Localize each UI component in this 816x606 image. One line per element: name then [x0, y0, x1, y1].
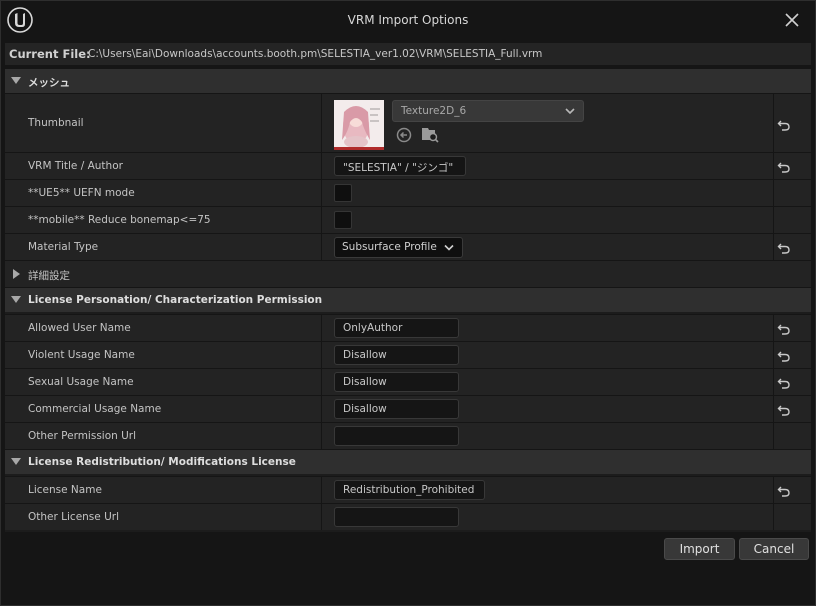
allowed-user-field[interactable]: OnlyAuthor	[334, 318, 459, 338]
row-violent-usage: Violent Usage Name Disallow	[5, 341, 811, 368]
details-panel: メッシュ Thumbnail Texture2D_6 VRM Title / A…	[5, 68, 811, 532]
row-other-license-url: Other License Url	[5, 503, 811, 530]
row-other-permission-url: Other Permission Url	[5, 422, 811, 449]
other-license-url-label: Other License Url	[28, 511, 119, 523]
row-license-name: License Name Redistribution_Prohibited	[5, 476, 811, 503]
row-vrm-title: VRM Title / Author "SELESTIA" / "ジンゴ"	[5, 152, 811, 179]
reset-to-default-icon[interactable]	[777, 484, 791, 498]
category-license-redistribution[interactable]: License Redistribution/ Modifications Li…	[5, 449, 811, 474]
import-button[interactable]: Import	[664, 538, 735, 560]
expand-arrow-icon[interactable]	[11, 458, 21, 465]
commercial-usage-label: Commercial Usage Name	[28, 403, 162, 415]
thumbnail-image[interactable]	[334, 100, 384, 150]
dialog-title: VRM Import Options	[347, 13, 469, 27]
vrm-import-dialog: VRM Import Options Current File: C:\User…	[0, 0, 816, 606]
row-sexual-usage: Sexual Usage Name Disallow	[5, 368, 811, 395]
thumbnail-texture-dropdown[interactable]: Texture2D_6	[392, 100, 584, 122]
reset-to-default-icon[interactable]	[777, 349, 791, 363]
row-reduce-bonemap: **mobile** Reduce bonemap<=75	[5, 206, 811, 233]
row-uefn-mode: **UE5** UEFN mode	[5, 179, 811, 206]
row-material-type: Material Type Subsurface Profile	[5, 233, 811, 260]
advanced-settings-toggle[interactable]: 詳細設定	[5, 260, 811, 287]
material-type-dropdown[interactable]: Subsurface Profile	[334, 237, 463, 258]
commercial-usage-field[interactable]: Disallow	[334, 399, 459, 419]
current-file-label: Current File:	[9, 47, 91, 61]
expand-arrow-icon[interactable]	[11, 296, 21, 303]
cancel-button[interactable]: Cancel	[739, 538, 809, 560]
other-permission-url-label: Other Permission Url	[28, 430, 137, 442]
reset-to-default-icon[interactable]	[777, 118, 791, 132]
current-file-bar: Current File: C:\Users\Eai\Downloads\acc…	[5, 43, 811, 65]
vrm-title-label: VRM Title / Author	[28, 160, 123, 172]
chevron-down-icon	[444, 244, 454, 251]
reset-to-default-icon[interactable]	[777, 160, 791, 174]
violent-usage-field[interactable]: Disallow	[334, 345, 459, 365]
material-type-value: Subsurface Profile	[342, 241, 437, 253]
expand-arrow-icon[interactable]	[11, 77, 21, 84]
reset-to-default-icon[interactable]	[777, 322, 791, 336]
category-license-personation-title: License Personation/ Characterization Pe…	[28, 294, 323, 306]
thumbnail-label: Thumbnail	[28, 117, 84, 129]
uefn-mode-label: **UE5** UEFN mode	[28, 187, 135, 199]
license-name-field[interactable]: Redistribution_Prohibited	[334, 480, 485, 500]
advanced-settings-label: 詳細設定	[28, 270, 70, 282]
use-selected-asset-icon[interactable]	[396, 127, 412, 143]
category-license-personation[interactable]: License Personation/ Characterization Pe…	[5, 287, 811, 312]
browse-asset-icon[interactable]	[421, 126, 439, 143]
vrm-title-field[interactable]: "SELESTIA" / "ジンゴ"	[334, 156, 466, 176]
row-allowed-user: Allowed User Name OnlyAuthor	[5, 314, 811, 341]
sexual-usage-label: Sexual Usage Name	[28, 376, 134, 388]
close-icon[interactable]	[783, 11, 801, 29]
row-commercial-usage: Commercial Usage Name Disallow	[5, 395, 811, 422]
avatar-preview-icon	[334, 100, 384, 147]
license-name-label: License Name	[28, 484, 102, 496]
title-bar: VRM Import Options	[1, 1, 815, 41]
reset-to-default-icon[interactable]	[777, 403, 791, 417]
uefn-mode-checkbox[interactable]	[334, 184, 352, 202]
reset-to-default-icon[interactable]	[777, 376, 791, 390]
reset-to-default-icon[interactable]	[777, 241, 791, 255]
expand-arrow-icon[interactable]	[13, 269, 20, 279]
allowed-user-label: Allowed User Name	[28, 322, 131, 334]
reduce-bonemap-label: **mobile** Reduce bonemap<=75	[28, 214, 211, 226]
other-license-url-field[interactable]	[334, 507, 459, 527]
chevron-down-icon	[565, 108, 575, 115]
material-type-label: Material Type	[28, 241, 99, 253]
violent-usage-label: Violent Usage Name	[28, 349, 135, 361]
sexual-usage-field[interactable]: Disallow	[334, 372, 459, 392]
row-thumbnail: Thumbnail Texture2D_6	[5, 93, 811, 152]
category-mesh-title: メッシュ	[28, 77, 70, 89]
category-mesh[interactable]: メッシュ	[5, 68, 811, 93]
thumbnail-texture-value: Texture2D_6	[401, 105, 467, 117]
category-license-redistribution-title: License Redistribution/ Modifications Li…	[28, 456, 296, 468]
reduce-bonemap-checkbox[interactable]	[334, 211, 352, 229]
other-permission-url-field[interactable]	[334, 426, 459, 446]
current-file-path: C:\Users\Eai\Downloads\accounts.booth.pm…	[88, 48, 543, 60]
